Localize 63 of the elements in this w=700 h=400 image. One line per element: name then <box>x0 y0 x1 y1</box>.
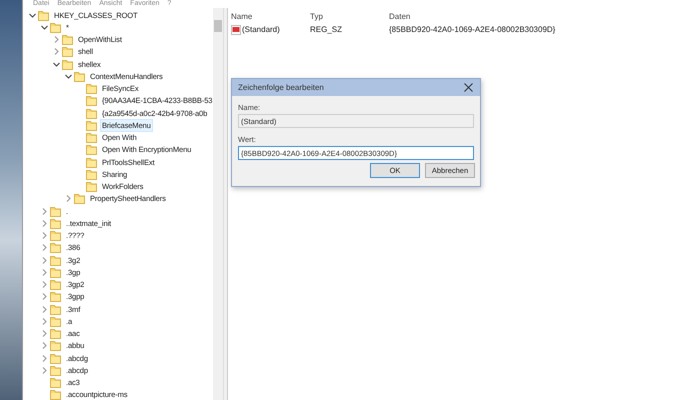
folder-icon <box>86 83 97 94</box>
chevron-right-icon[interactable] <box>41 208 48 215</box>
value-type: REG_SZ <box>310 25 344 34</box>
chevron-right-icon[interactable] <box>41 306 48 313</box>
chevron-right-icon[interactable] <box>41 293 48 300</box>
folder-icon <box>50 377 61 388</box>
folder-icon <box>50 316 61 327</box>
folder-icon <box>62 34 73 46</box>
chevron-right-icon[interactable] <box>65 195 72 202</box>
folder-icon <box>86 120 97 131</box>
scrollbar[interactable] <box>213 8 223 400</box>
folder-icon <box>50 389 61 400</box>
folder-icon <box>74 70 85 82</box>
string-value-icon <box>231 24 241 34</box>
chevron-down-icon[interactable] <box>29 12 36 19</box>
folder-icon <box>62 58 73 70</box>
folder-icon <box>86 168 97 180</box>
chevron-right-icon[interactable] <box>41 354 48 362</box>
folder-icon <box>50 254 61 266</box>
folder-icon <box>50 340 61 352</box>
folder-icon <box>50 230 61 242</box>
folder-icon <box>86 181 97 192</box>
value-data: {85BBD920-42A0-1069-A2E4-08002B30309D} <box>389 25 556 34</box>
folder-icon <box>74 193 85 204</box>
folder-icon <box>86 108 97 119</box>
folder-icon <box>50 206 61 217</box>
folder-icon <box>50 22 61 33</box>
folder-icon <box>50 352 61 364</box>
chevron-right-icon[interactable] <box>53 36 60 44</box>
folder-icon <box>50 328 61 340</box>
chevron-right-icon[interactable] <box>41 318 48 325</box>
folder-icon <box>50 304 61 315</box>
folder-icon <box>50 364 61 376</box>
chevron-right-icon[interactable] <box>41 366 48 374</box>
column-header[interactable]: Name <box>231 12 310 21</box>
folder-icon <box>86 132 97 144</box>
column-header[interactable]: Typ <box>310 12 389 21</box>
folder-icon <box>86 144 97 156</box>
chevron-right-icon[interactable] <box>41 281 48 288</box>
chevron-right-icon[interactable] <box>41 232 48 240</box>
folder-icon <box>62 46 73 58</box>
chevron-right-icon[interactable] <box>41 330 48 338</box>
chevron-down-icon[interactable] <box>53 60 60 68</box>
folder-icon <box>50 279 61 290</box>
folder-icon <box>50 266 61 278</box>
folder-icon <box>86 156 97 168</box>
chevron-right-icon[interactable] <box>41 268 48 276</box>
dialog-title: Zeichenfolge bearbeiten <box>238 83 324 92</box>
folder-icon <box>38 10 49 21</box>
column-header[interactable]: Daten <box>389 12 410 21</box>
folder-icon <box>50 218 61 229</box>
chevron-right-icon[interactable] <box>53 48 60 56</box>
chevron-right-icon[interactable] <box>41 220 48 227</box>
chevron-right-icon[interactable] <box>41 256 48 264</box>
close-icon[interactable] <box>464 83 473 92</box>
chevron-right-icon[interactable] <box>41 244 48 252</box>
folder-icon <box>50 291 61 302</box>
chevron-down-icon[interactable] <box>41 24 48 31</box>
folder-icon <box>50 242 61 254</box>
value-name[interactable]: (Standard) <box>242 25 280 34</box>
chevron-right-icon[interactable] <box>41 342 48 350</box>
folder-icon <box>86 95 97 106</box>
chevron-down-icon[interactable] <box>65 72 72 80</box>
